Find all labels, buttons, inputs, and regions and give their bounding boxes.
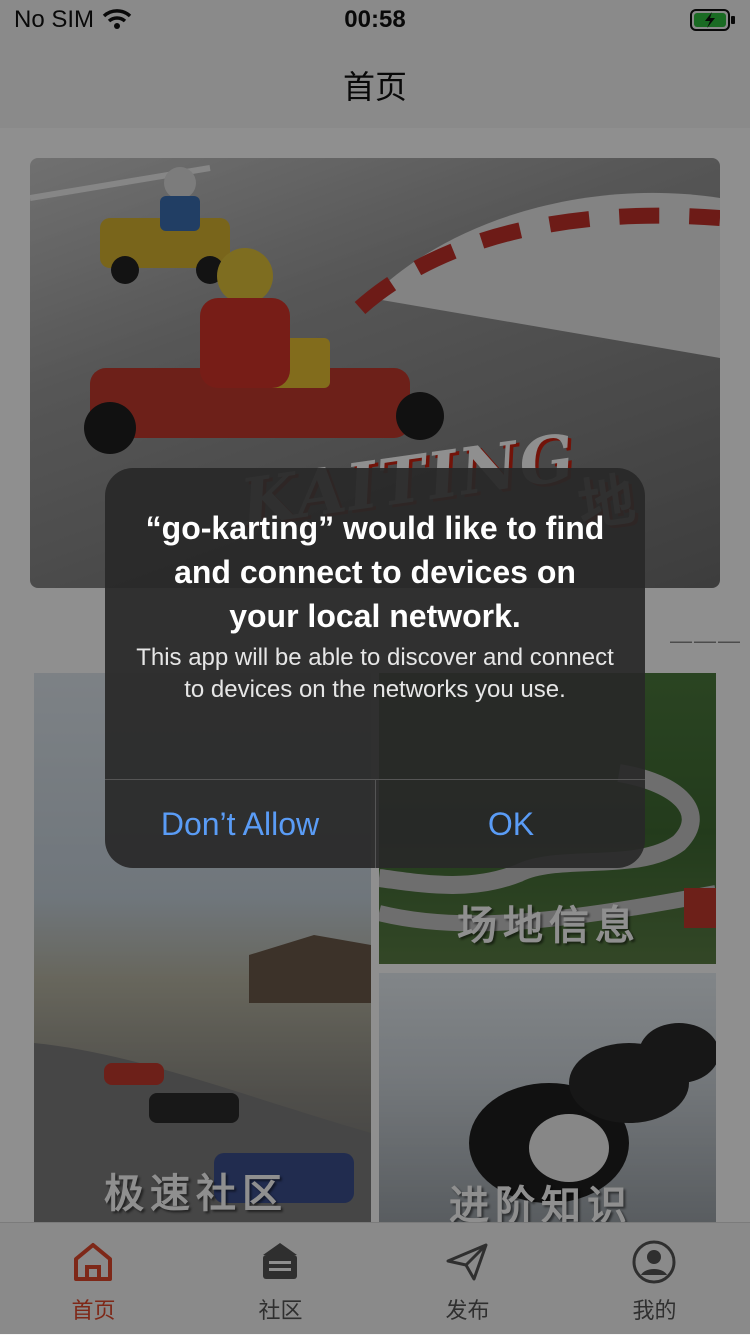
ok-button[interactable]: OK	[376, 780, 645, 868]
local-network-permission-alert: “go-karting” would like to find and conn…	[105, 468, 645, 868]
alert-title: “go-karting” would like to find and conn…	[145, 510, 605, 634]
alert-message: This app will be able to discover and co…	[136, 644, 614, 703]
dont-allow-button[interactable]: Don’t Allow	[105, 780, 375, 868]
